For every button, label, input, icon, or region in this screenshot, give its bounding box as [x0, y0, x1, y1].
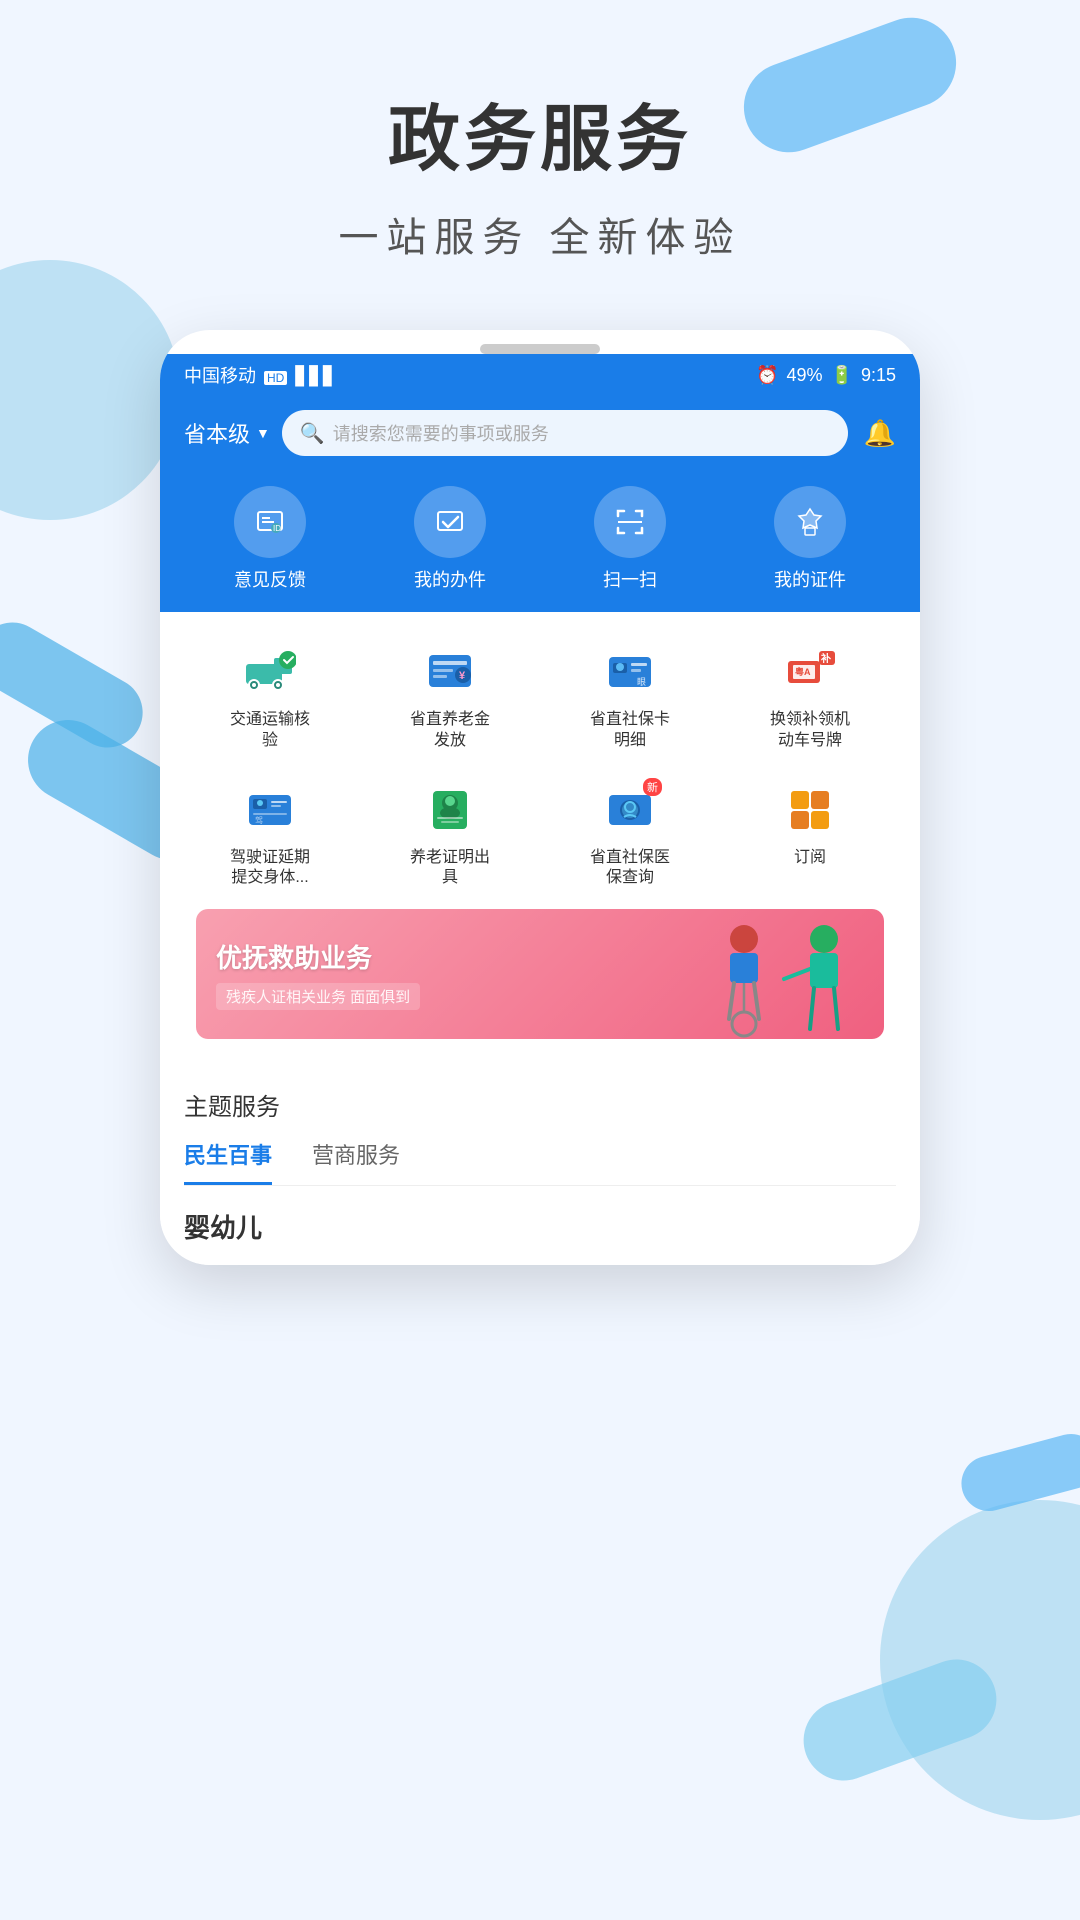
phone-mockup: 中国移动 HD ▋▋▋ ⏰ 49% 🔋 9:15 省本级 ▼ 🔍 请搜索您需要的… — [160, 330, 920, 1265]
services-section: 交通运输核验 ¥ 省直养老金发放 — [160, 612, 920, 1065]
scan-label: 扫一扫 — [603, 566, 657, 592]
medical-label: 省直社保医保查询 — [590, 848, 670, 890]
bg-decoration-5 — [880, 1500, 1080, 1820]
notification-bell-icon[interactable]: 🔔 — [864, 418, 896, 449]
cert-label: 我的证件 — [774, 566, 846, 592]
pension-label: 省直养老金发放 — [410, 710, 490, 752]
app-header: 省本级 ▼ 🔍 请搜索您需要的事项或服务 🔔 — [160, 396, 920, 476]
plate-icon: 粤A 补 — [785, 647, 835, 697]
transport-icon — [244, 650, 296, 694]
transport-icon-wrap — [240, 642, 300, 702]
banner-text: 优抚救助业务 残疾人证相关业务 面面俱到 — [196, 924, 440, 1024]
location-selector[interactable]: 省本级 ▼ — [184, 417, 270, 449]
svg-text:¥: ¥ — [459, 670, 466, 682]
battery-text: 49% — [787, 365, 823, 386]
feedback-icon-circle: ID — [234, 486, 306, 558]
alarm-icon: ⏰ — [756, 365, 778, 386]
certissue-label: 养老证明出具 — [410, 848, 490, 890]
banner-subtitle: 残疾人证相关业务 面面俱到 — [216, 983, 420, 1010]
pension-icon: ¥ — [425, 647, 475, 697]
svg-text:补: 补 — [820, 652, 831, 665]
svg-text:驾: 驾 — [255, 815, 263, 825]
feedback-label: 意见反馈 — [234, 566, 306, 592]
subscribe-label: 订阅 — [794, 848, 826, 869]
bg-decoration-2 — [0, 260, 180, 520]
svg-text:眼: 眼 — [637, 677, 646, 687]
pension-icon-wrap: ¥ — [420, 642, 480, 702]
medical-badge: 新 — [643, 778, 662, 796]
page-subtitle: 一站服务 全新体验 — [0, 205, 1080, 263]
license-icon: 驾 — [245, 785, 295, 835]
service-item-medical[interactable]: 新 省直社保医保查询 — [540, 766, 720, 904]
tab-business[interactable]: 营商服务 — [312, 1138, 400, 1185]
status-right: ⏰ 49% 🔋 9:15 — [756, 365, 896, 386]
time-display: 9:15 — [861, 365, 896, 386]
search-icon: 🔍 — [300, 421, 325, 446]
category-section: 婴幼儿 — [160, 1188, 920, 1265]
svg-text:粤A: 粤A — [795, 666, 811, 677]
office-icon-circle — [414, 486, 486, 558]
svg-text:ID: ID — [273, 524, 281, 533]
banner-title: 优抚救助业务 — [216, 938, 420, 975]
status-carrier: 中国移动 HD ▋▋▋ — [184, 362, 337, 388]
license-label: 驾驶证延期提交身体... — [230, 848, 310, 890]
services-grid: 交通运输核验 ¥ 省直养老金发放 — [180, 628, 900, 903]
page-header: 政务服务 一站服务 全新体验 — [0, 0, 1080, 263]
hd-badge: HD — [264, 371, 287, 385]
service-item-social[interactable]: 眼 省直社保卡明细 — [540, 628, 720, 766]
theme-tabs: 民生百事 营商服务 — [184, 1138, 896, 1186]
banner-figures — [694, 919, 874, 1039]
category-title: 婴幼儿 — [184, 1208, 896, 1245]
cert-icon — [794, 506, 826, 538]
quick-actions-bar: ID 意见反馈 我的办件 — [160, 476, 920, 612]
service-item-license[interactable]: 驾 驾驶证延期提交身体... — [180, 766, 360, 904]
office-label: 我的办件 — [414, 566, 486, 592]
search-placeholder-text: 请搜索您需要的事项或服务 — [333, 420, 549, 446]
tab-livelihood[interactable]: 民生百事 — [184, 1138, 272, 1185]
certissue-icon — [425, 785, 475, 835]
page-title: 政务服务 — [0, 80, 1080, 185]
status-bar: 中国移动 HD ▋▋▋ ⏰ 49% 🔋 9:15 — [160, 354, 920, 396]
battery-icon: 🔋 — [831, 365, 853, 386]
cert-icon-circle — [774, 486, 846, 558]
theme-services-section: 主题服务 民生百事 营商服务 — [160, 1071, 920, 1186]
service-item-certissue[interactable]: 养老证明出具 — [360, 766, 540, 904]
medical-icon-wrap: 新 — [600, 780, 660, 840]
quick-item-scan[interactable]: 扫一扫 — [594, 486, 666, 592]
transport-label: 交通运输核验 — [230, 710, 310, 752]
signal-icon: ▋▋▋ — [295, 366, 337, 386]
social-icon: 眼 — [605, 647, 655, 697]
search-bar[interactable]: 🔍 请搜索您需要的事项或服务 — [282, 410, 848, 456]
service-item-pension[interactable]: ¥ 省直养老金发放 — [360, 628, 540, 766]
certissue-icon-wrap — [420, 780, 480, 840]
location-text: 省本级 — [184, 417, 250, 449]
social-label: 省直社保卡明细 — [590, 710, 670, 752]
quick-item-feedback[interactable]: ID 意见反馈 — [234, 486, 306, 592]
quick-item-office[interactable]: 我的办件 — [414, 486, 486, 592]
plate-icon-wrap: 粤A 补 — [780, 642, 840, 702]
scan-icon-circle — [594, 486, 666, 558]
service-item-transport[interactable]: 交通运输核验 — [180, 628, 360, 766]
social-icon-wrap: 眼 — [600, 642, 660, 702]
banner-illustration — [694, 919, 874, 1039]
phone-speaker — [480, 344, 600, 354]
scan-icon — [614, 506, 646, 538]
promo-banner[interactable]: 优抚救助业务 残疾人证相关业务 面面俱到 — [196, 909, 884, 1039]
subscribe-icon — [785, 785, 835, 835]
quick-item-cert[interactable]: 我的证件 — [774, 486, 846, 592]
service-item-plate[interactable]: 粤A 补 换领补领机动车号牌 — [720, 628, 900, 766]
dropdown-arrow-icon: ▼ — [256, 425, 270, 441]
theme-section-title: 主题服务 — [184, 1087, 896, 1122]
office-icon — [434, 506, 466, 538]
feedback-icon: ID — [254, 506, 286, 538]
subscribe-icon-wrap — [780, 780, 840, 840]
service-item-subscribe[interactable]: 订阅 — [720, 766, 900, 904]
license-icon-wrap: 驾 — [240, 780, 300, 840]
plate-label: 换领补领机动车号牌 — [770, 710, 850, 752]
